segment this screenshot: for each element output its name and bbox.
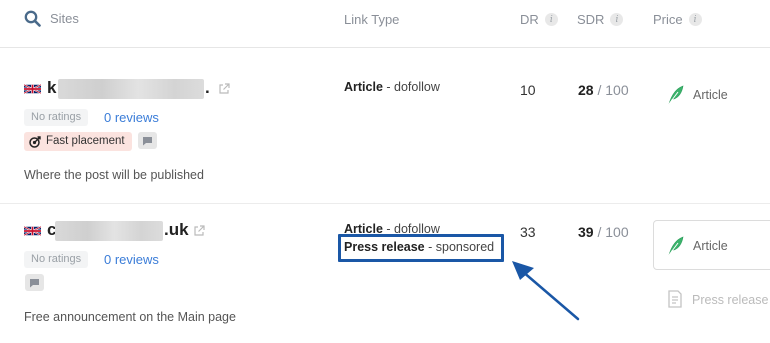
link-type-header-label: Link Type [344,12,400,27]
sdr-header-label: SDR [577,12,605,27]
uk-flag-icon [24,83,41,95]
dr-value: 10 [520,82,536,98]
price-article-label: Article [693,88,728,102]
sdr-total: / 100 [593,224,629,240]
price-header: Price i [653,12,702,27]
site-name-redacted [55,221,163,241]
external-link-icon[interactable] [218,83,230,95]
sdr-header: SDR i [577,12,624,27]
ratings-badge: No ratings [24,251,89,268]
sdr-total: / 100 [593,82,629,98]
reviews-link[interactable]: 0 reviews [104,252,159,267]
press-release-highlight [338,234,504,262]
price-article-button[interactable]: Article [667,236,728,256]
site-description: Where the post will be published [24,168,204,182]
table-header: Sites Link Type DR i SDR i Price i [0,0,770,48]
external-link-icon[interactable] [193,225,205,237]
info-icon[interactable]: i [688,13,702,26]
info-icon[interactable]: i [610,13,624,26]
site-name-redacted [58,79,204,99]
site-description: Free announcement on the Main page [24,310,236,324]
comment-button[interactable] [25,274,44,291]
site-name-suffix[interactable]: .uk [164,220,189,240]
fast-placement-badge: Fast placement [24,132,132,151]
info-icon[interactable]: i [544,13,558,26]
site-name-prefix[interactable]: k [47,78,56,98]
dr-value: 33 [520,224,536,240]
price-article-label: Article [693,239,728,253]
feather-icon [668,236,684,256]
dr-header: DR i [520,12,558,27]
link-type-attr: dofollow [394,80,440,94]
price-press-release-label: Press release [692,292,769,307]
price-press-release-button[interactable]: Press release [667,290,768,309]
sdr-value: 28 / 100 [578,82,629,98]
sites-header[interactable]: Sites [24,10,79,27]
price-article-button[interactable]: Article [667,85,728,105]
dr-header-label: DR [520,12,539,27]
sdr-value: 39 / 100 [578,224,629,240]
price-header-label: Price [653,12,683,27]
sdr-score: 28 [578,82,594,98]
feather-icon [668,85,684,105]
link-type-item: Article - dofollow [344,80,440,94]
ratings-badge: No ratings [24,109,89,126]
site-name-suffix[interactable]: . [205,78,210,98]
row-divider [0,203,770,204]
chat-icon [143,136,152,145]
link-type-separator: - [382,80,395,94]
uk-flag-icon [24,225,41,237]
reviews-link[interactable]: 0 reviews [104,110,159,125]
chat-icon [30,278,39,287]
sites-header-label: Sites [50,11,79,26]
link-type-header: Link Type [344,12,399,27]
arrow-annotation [512,261,580,321]
comment-button[interactable] [138,132,157,149]
target-icon [29,135,41,148]
search-icon[interactable] [24,10,41,27]
document-edit-icon [668,290,682,308]
link-type-kind: Article [344,80,383,94]
fast-placement-label: Fast placement [46,135,125,147]
sdr-score: 39 [578,224,594,240]
